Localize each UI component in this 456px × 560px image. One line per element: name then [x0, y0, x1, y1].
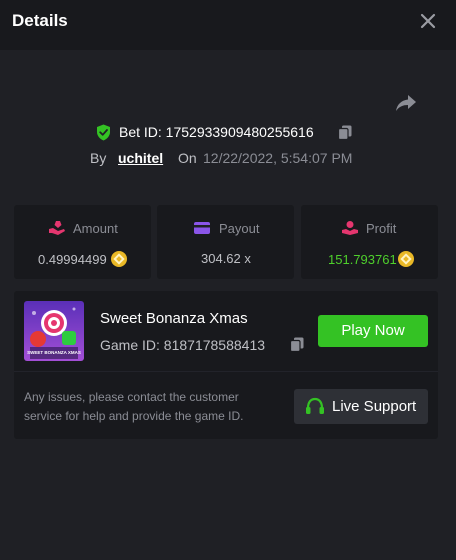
live-support-button[interactable]: Live Support [294, 389, 428, 424]
payout-value: 304.62 x [201, 251, 251, 266]
copy-game-id-icon[interactable] [290, 337, 304, 352]
thumbnail-title: SWEET BONANZA XMAS [27, 350, 81, 355]
profit-label: Profit [366, 221, 397, 236]
headset-icon [306, 397, 324, 414]
profit-value: 151.793761 [328, 251, 414, 267]
bet-id: Bet ID: 1752933909480255616 [119, 124, 314, 140]
username-link[interactable]: uchitel [118, 150, 163, 166]
amount-value: 0.49994499 [38, 251, 128, 267]
coin-icon [111, 251, 128, 267]
game-panel: SWEET BONANZA XMAS Sweet Bonanza Xmas Ga… [14, 291, 438, 439]
game-thumbnail[interactable]: SWEET BONANZA XMAS [24, 301, 84, 361]
amount-number: 0.49994499 [38, 252, 107, 267]
profit-hand-icon [342, 221, 358, 235]
profit-card: Profit 151.793761 [301, 205, 438, 279]
bet-date: 12/22/2022, 5:54:07 PM [203, 150, 353, 166]
by-label: By [90, 150, 107, 166]
copy-bet-id-icon[interactable] [338, 125, 352, 140]
payout-label: Payout [219, 221, 260, 236]
divider [14, 371, 438, 372]
bet-meta-row: By uchitel On 12/22/2022, 5:54:07 PM [0, 148, 456, 168]
support-text: Any issues, please contact the customer … [24, 390, 244, 423]
card-icon [194, 222, 210, 234]
profit-number: 151.793761 [328, 252, 397, 267]
details-header: Details [0, 0, 456, 50]
payout-card: Payout 304.62 x [157, 205, 294, 279]
game-id: Game ID: 8187178588413 [100, 337, 266, 353]
bet-hand-icon [49, 221, 65, 235]
amount-label: Amount [73, 221, 118, 236]
share-icon[interactable] [395, 93, 417, 113]
play-now-button[interactable]: Play Now [318, 315, 428, 347]
on-label: On [178, 150, 197, 166]
coin-icon [397, 251, 414, 267]
game-name: Sweet Bonanza Xmas [100, 310, 248, 327]
verified-shield-icon [97, 124, 110, 141]
live-support-label: Live Support [332, 398, 417, 415]
amount-card: Amount 0.49994499 [14, 205, 151, 279]
close-icon[interactable] [418, 11, 438, 31]
bet-id-row: Bet ID: 1752933909480255616 [0, 122, 456, 142]
page-title: Details [12, 11, 68, 30]
